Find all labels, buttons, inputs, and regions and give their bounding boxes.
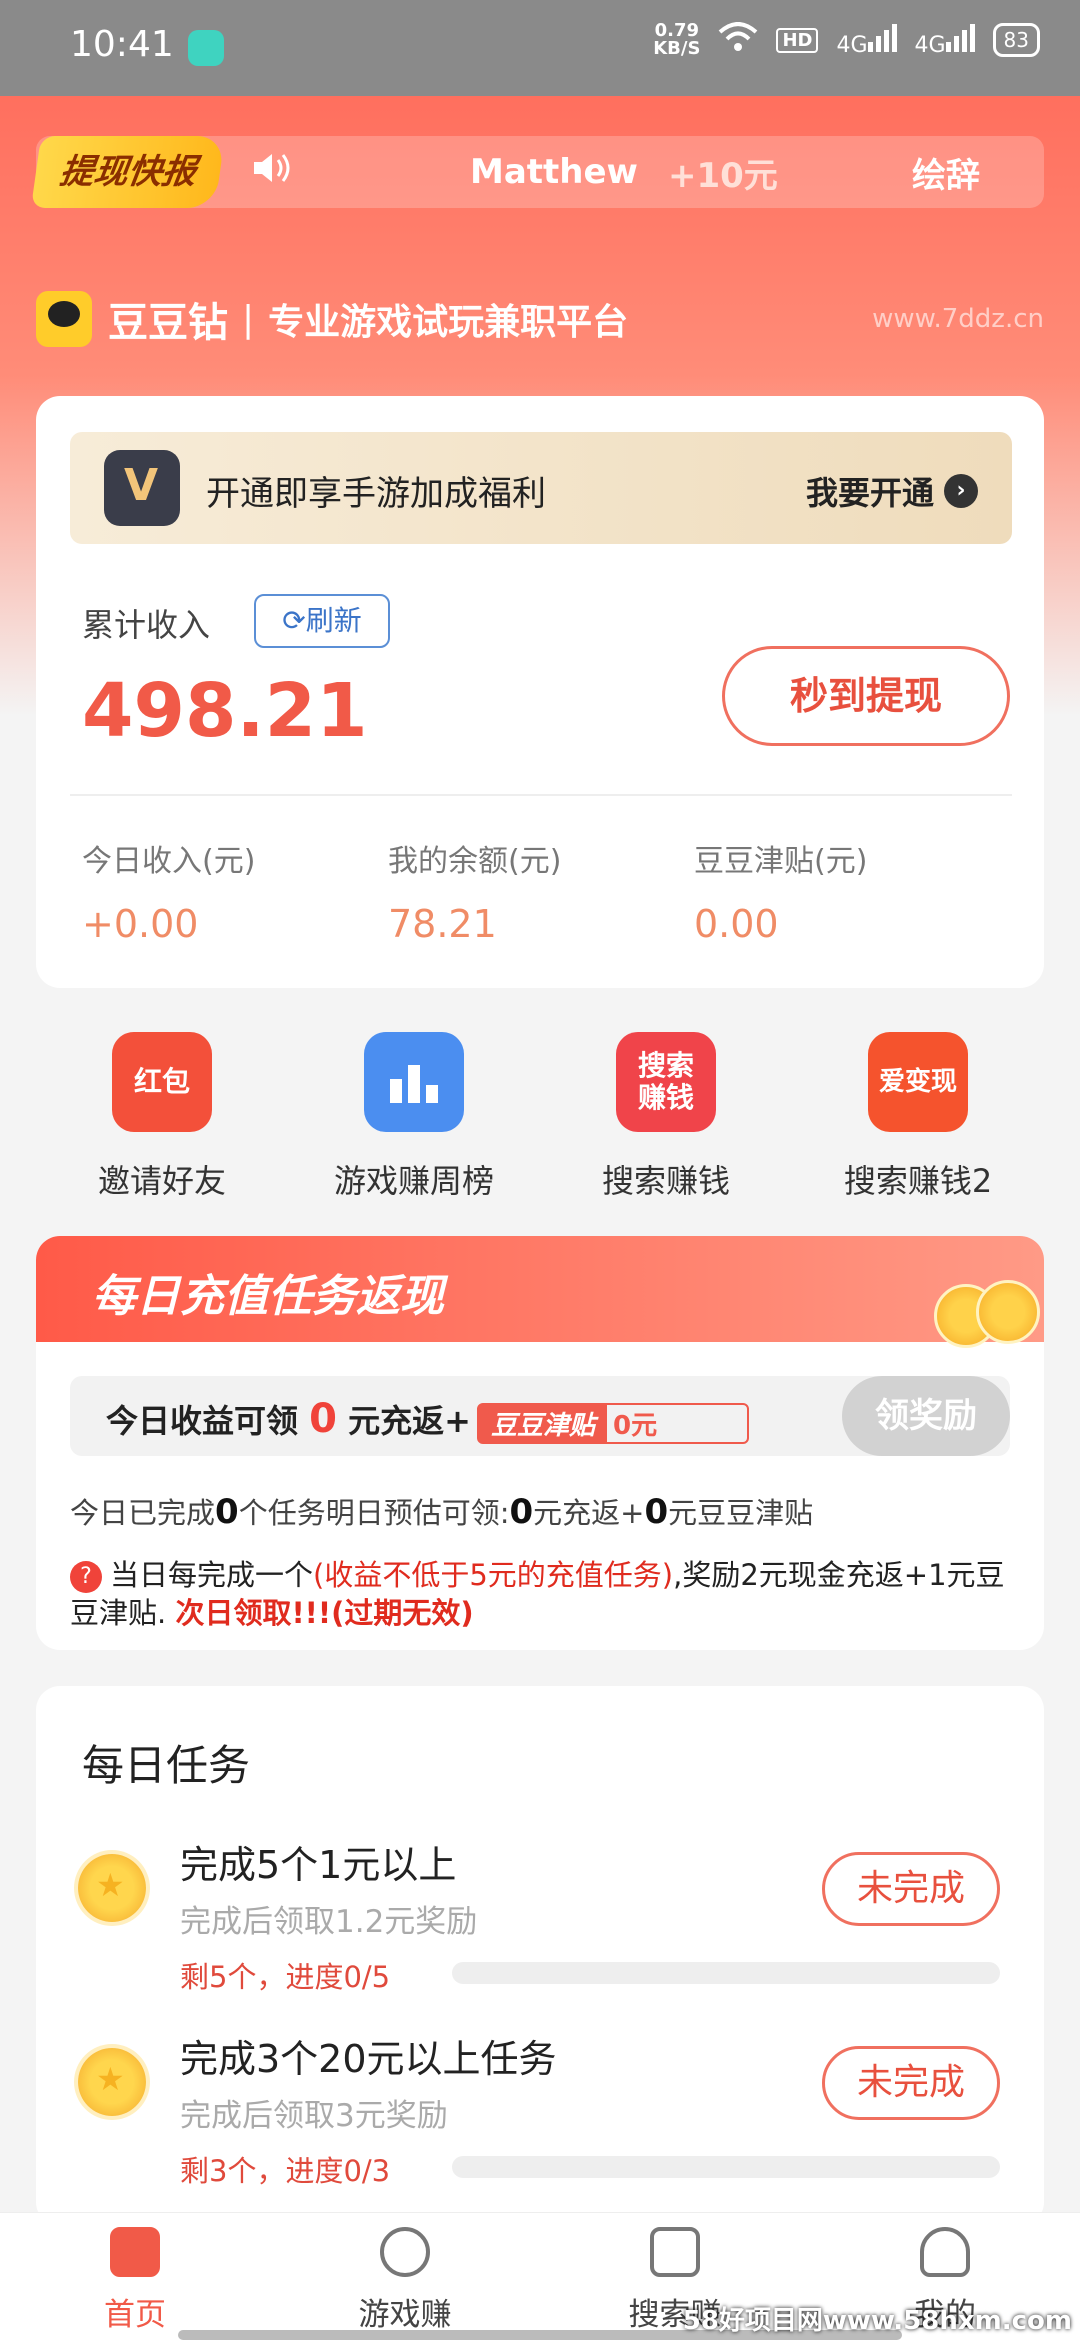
speaker-icon — [250, 150, 296, 195]
shortcut-weekly-ranking[interactable]: 游戏赚周榜 — [288, 1032, 540, 1202]
task-reward: 完成后领取3元奖励 — [180, 2098, 448, 2134]
claim-reward-button[interactable]: 领奖励 — [842, 1376, 1010, 1456]
refresh-button[interactable]: ⟳刷新 — [254, 594, 390, 648]
battery-icon: 83 — [992, 23, 1040, 57]
task-item: 完成5个1元以上 完成后领取1.2元奖励 剩5个，进度0/5 未完成 — [36, 1834, 1044, 2014]
app-name: 豆豆钻 — [108, 300, 228, 346]
status-icons: 0.79 KB/S HD 4G 4G 83 — [653, 22, 1040, 58]
recharge-title: 每日充值任务返现 — [92, 1271, 444, 1322]
instant-withdraw-button[interactable]: 秒到提现 — [722, 646, 1010, 746]
home-icon — [110, 2227, 160, 2277]
ticker-user-name-2: 绘辞 — [912, 155, 980, 196]
task-progress-text: 剩5个，进度0/5 — [180, 1960, 391, 1994]
ticker-tag: 提现快报 — [30, 136, 226, 208]
daily-recharge-card: 每日充值任务返现 今日收益可领 0 元充返+ 豆豆津贴 0元 领奖励 今日已完成0个… — [36, 1236, 1044, 1650]
ticker-amount: +10元 — [668, 155, 778, 196]
vip-open-button[interactable]: 我要开通 › — [806, 468, 978, 514]
task-status-button[interactable]: 未完成 — [822, 1852, 1000, 1926]
signal-4g-icon-2: 4G — [915, 22, 975, 58]
divider — [70, 794, 1012, 796]
task-name: 完成5个1元以上 — [180, 1843, 457, 1887]
total-income-value: 498.21 — [82, 668, 368, 754]
stat-today-income: 今日收入(元) +0.00 — [82, 844, 256, 946]
daily-tasks-card: 每日任务 完成5个1元以上 完成后领取1.2元奖励 剩5个，进度0/5 未完成 … — [36, 1686, 1044, 2226]
app-logo — [36, 291, 92, 347]
task-progress-text: 剩3个，进度0/3 — [180, 2154, 391, 2188]
vip-icon — [104, 450, 180, 526]
vip-open-label: 我要开通 — [805, 474, 934, 512]
task-progress-bar — [452, 1962, 1000, 1984]
coins-icon — [924, 1280, 1044, 1370]
task-progress-bar — [452, 2156, 1000, 2178]
vip-banner[interactable]: 开通即享手游加成福利 我要开通 › — [70, 432, 1012, 544]
medal-icon — [78, 1854, 146, 1922]
stat-allowance: 豆豆津贴(元) 0.00 — [694, 844, 868, 946]
shortcut-invite-friends[interactable]: 红包 邀请好友 — [36, 1032, 288, 1202]
shortcut-grid: 红包 邀请好友 游戏赚周榜 搜索 赚钱 搜索赚钱 爱变现 搜索赚钱2 — [36, 1020, 1044, 1200]
refresh-icon: ⟳ — [282, 604, 306, 637]
task-name: 完成3个20元以上任务 — [180, 2037, 557, 2081]
red-envelope-icon: 红包 — [112, 1032, 212, 1132]
game-bag-icon — [380, 2227, 430, 2277]
task-reward: 完成后领取1.2元奖励 — [180, 1904, 478, 1940]
chevron-right-icon: › — [944, 474, 978, 508]
status-bar: 10:41 0.79 KB/S HD 4G 4G 83 — [0, 0, 1080, 96]
income-card: 开通即享手游加成福利 我要开通 › 累计收入 ⟳刷新 498.21 秒到提现 今… — [36, 396, 1044, 988]
ticker-user-name: Matthew — [470, 152, 638, 192]
shopping-bag-icon — [650, 2227, 700, 2277]
tab-home[interactable]: 首页 — [0, 2227, 270, 2334]
signal-4g-icon: 4G — [836, 22, 897, 58]
vip-text: 开通即享手游加成福利 — [206, 474, 546, 514]
net-speed: 0.79 KB/S — [653, 20, 701, 59]
claim-amount: 0 — [309, 1396, 337, 1442]
prediction-text: 今日已完成0个任务明日预估可领:0元充返+0元豆豆津贴 — [70, 1492, 814, 1532]
bar-chart-icon — [364, 1032, 464, 1132]
watermark: 58好项目网www.58hxm.com — [682, 2306, 1072, 2336]
total-income-label: 累计收入 — [82, 606, 211, 644]
task-status-button[interactable]: 未完成 — [822, 2046, 1000, 2120]
daily-tasks-title: 每日任务 — [82, 1741, 251, 1790]
shortcut-search-earn-2[interactable]: 爱变现 搜索赚钱2 — [792, 1032, 1044, 1202]
shortcut-search-earn[interactable]: 搜索 赚钱 搜索赚钱 — [540, 1032, 792, 1202]
notification-app-icon — [188, 30, 224, 66]
status-time: 10:41 — [70, 24, 174, 65]
recharge-header: 每日充值任务返现 — [36, 1236, 1044, 1348]
task-item: 完成3个20元以上任务 完成后领取3元奖励 剩3个，进度0/3 未完成 — [36, 2028, 1044, 2208]
brand-separator: | — [242, 298, 255, 340]
withdraw-news-ticker[interactable]: 提现快报 Matthew +10元 绘辞 — [30, 136, 1044, 208]
hd-voice-icon: HD — [776, 27, 819, 53]
wifi-icon — [718, 22, 758, 58]
search-earn-icon: 搜索 赚钱 — [616, 1032, 716, 1132]
ai-bianxian-icon: 爱变现 — [868, 1032, 968, 1132]
medal-icon — [78, 2048, 146, 2116]
question-icon[interactable]: ? — [70, 1561, 102, 1593]
user-icon — [920, 2227, 970, 2277]
allowance-pill: 豆豆津贴 0元 — [476, 1402, 750, 1444]
site-url: www.7ddz.cn — [872, 304, 1044, 334]
app-slogan: 专业游戏试玩兼职平台 — [268, 302, 629, 343]
brand-header: 豆豆钻 | 专业游戏试玩兼职平台 — [36, 290, 628, 348]
tab-game-earn[interactable]: 游戏赚 — [270, 2227, 540, 2334]
reward-rule: ? 当日每完成一个(收益不低于5元的充值任务),奖励2元现金充返+1元豆豆津贴. … — [70, 1558, 1005, 1630]
stat-balance: 我的余额(元) 78.21 — [388, 844, 562, 946]
